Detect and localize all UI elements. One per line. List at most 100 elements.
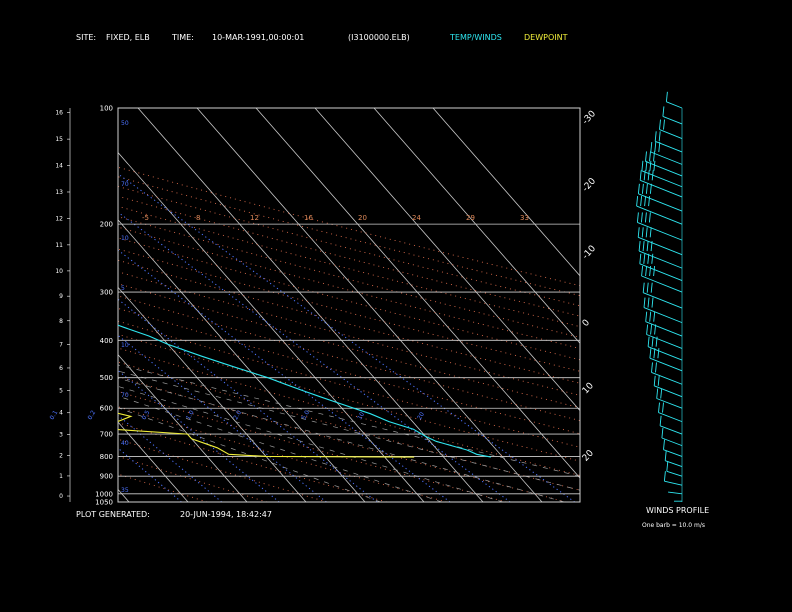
- wind-barb: [645, 160, 683, 177]
- isotherm-right-labels: -30 -20 -10 0 10 20: [581, 109, 598, 464]
- theta-label: 33: [520, 214, 529, 222]
- pressure-tick-label: 100: [100, 105, 113, 113]
- wind-barb: [659, 425, 683, 435]
- isotherm-right-label: 0: [581, 318, 592, 329]
- moist-adiabat-line: [118, 386, 504, 502]
- wind-barb-flag: [651, 336, 654, 347]
- wind-barb-flag: [644, 212, 647, 223]
- wind-barb-flag: [638, 241, 641, 252]
- wind-barb-flag: [663, 119, 665, 130]
- pressure-tick-label: 400: [100, 337, 113, 345]
- height-tick-label: 15: [55, 136, 63, 143]
- isotherm-right-label: -30: [581, 109, 598, 127]
- plot-frame: [117, 107, 581, 503]
- theta-labels: -5 8 12 16 20 24 29 33 50 70 10 5 10 70 40 35: [121, 120, 529, 494]
- wind-barb-flag: [649, 151, 651, 162]
- plot-generated-value: 20-JUN-1994, 18:42:47: [180, 510, 272, 519]
- wind-barb-flag: [650, 282, 653, 293]
- wind-barb-flag: [642, 241, 645, 252]
- wind-barb-flag: [660, 388, 663, 399]
- theta-label: 8: [196, 214, 200, 222]
- wind-barb-flag: [645, 311, 648, 322]
- isotherm-lines: [118, 108, 580, 502]
- temp-winds-legend: TEMP/WINDS: [450, 33, 502, 42]
- wind-barb-flag: [643, 253, 646, 264]
- wind-barb-flag: [639, 170, 642, 181]
- isotherm-line: [118, 488, 130, 502]
- wind-barb-flag: [637, 227, 640, 238]
- wind-barb: [658, 412, 683, 423]
- wind-barb-flag: [644, 196, 647, 207]
- wind-barb: [638, 250, 683, 269]
- wind-barb-flag: [641, 265, 644, 277]
- winds-barb-note: One barb = 10.0 m/s: [642, 522, 705, 529]
- wind-barb-flag: [653, 375, 656, 386]
- height-tick-label: 16: [55, 110, 63, 117]
- wind-barb: [668, 491, 683, 495]
- wind-barb-flag: [656, 388, 659, 399]
- wind-barb-flag: [649, 227, 652, 238]
- wind-barb-flag: [659, 119, 661, 130]
- dry-adiabat-line: [118, 347, 580, 477]
- isotherm-line: [314, 108, 580, 412]
- wind-barb: [637, 221, 683, 241]
- wind-barb-flag: [646, 282, 649, 293]
- height-tick-label: 6: [59, 365, 63, 372]
- isotherm-line: [196, 108, 543, 502]
- dewpoint-legend: DEWPOINT: [524, 33, 568, 42]
- height-tick-label: 1: [59, 473, 63, 480]
- mixing-ratio-line: [118, 369, 280, 502]
- theta-label: -5: [142, 214, 149, 222]
- wind-barb-flag: [663, 471, 666, 482]
- wind-barb-flag: [651, 362, 653, 373]
- wind-barb-flag: [653, 311, 656, 322]
- wind-barb-flag: [649, 348, 652, 359]
- height-tick-label: 9: [59, 293, 63, 300]
- mixing-ratio-edge-label: 70: [121, 181, 129, 188]
- site-label: SITE:: [76, 33, 97, 42]
- site-value: FIXED, ELB: [106, 33, 150, 42]
- wind-barb-flag: [659, 415, 662, 426]
- dry-adiabat-line: [118, 375, 567, 502]
- pressure-tick-label: 1000: [95, 490, 113, 498]
- height-tick-label: 7: [59, 342, 63, 349]
- pressure-tick-label: 600: [100, 405, 113, 413]
- theta-label: 29: [466, 214, 475, 222]
- pressure-tick-label: 300: [100, 289, 113, 297]
- plot-generated-label: PLOT GENERATED:: [76, 510, 150, 519]
- wind-barb-flag: [657, 375, 660, 386]
- isotherm-line: [118, 219, 366, 502]
- height-tick-label: 10: [55, 268, 63, 275]
- mixing-ratio-edge-label: 70: [121, 392, 129, 399]
- wind-barb-flag: [640, 196, 643, 207]
- pressure-tick-label: 900: [100, 473, 113, 481]
- wind-barb: [650, 151, 683, 165]
- wind-barb-flag: [637, 183, 640, 194]
- wind-barb-flag: [654, 131, 657, 142]
- wind-barb-flag: [649, 311, 652, 322]
- wind-barb-flag: [642, 282, 645, 293]
- wind-barb-flag: [657, 348, 660, 359]
- mixing-ratio-edge-label: 10: [121, 235, 129, 242]
- moist-adiabat-line: [118, 370, 580, 491]
- wind-barb-flag: [640, 212, 643, 223]
- isotherm-line: [255, 108, 580, 479]
- height-axis: 012345678910111213141516: [55, 108, 71, 502]
- wind-barb-flag: [654, 141, 657, 153]
- dry-adiabat-line: [118, 406, 447, 502]
- mixing-ratio-label: 0.2: [87, 409, 98, 421]
- winds-profile-title: WINDS PROFILE: [646, 506, 710, 515]
- isotherm-right-label: -20: [581, 176, 598, 194]
- wind-barb-flag: [655, 362, 657, 373]
- wind-barb-flag: [641, 160, 644, 171]
- wind-barb-flag: [650, 324, 653, 335]
- mixing-ratio-edge-label: 35: [121, 487, 129, 494]
- wind-barb-flag: [647, 170, 650, 181]
- theta-label: 16: [304, 214, 313, 222]
- wind-barb-flag: [648, 212, 651, 223]
- wind-barb-flag: [663, 439, 665, 450]
- wind-barb-flag: [665, 91, 668, 102]
- wind-barb: [666, 470, 683, 477]
- isotherm-line: [118, 421, 189, 502]
- wind-barb: [649, 357, 683, 372]
